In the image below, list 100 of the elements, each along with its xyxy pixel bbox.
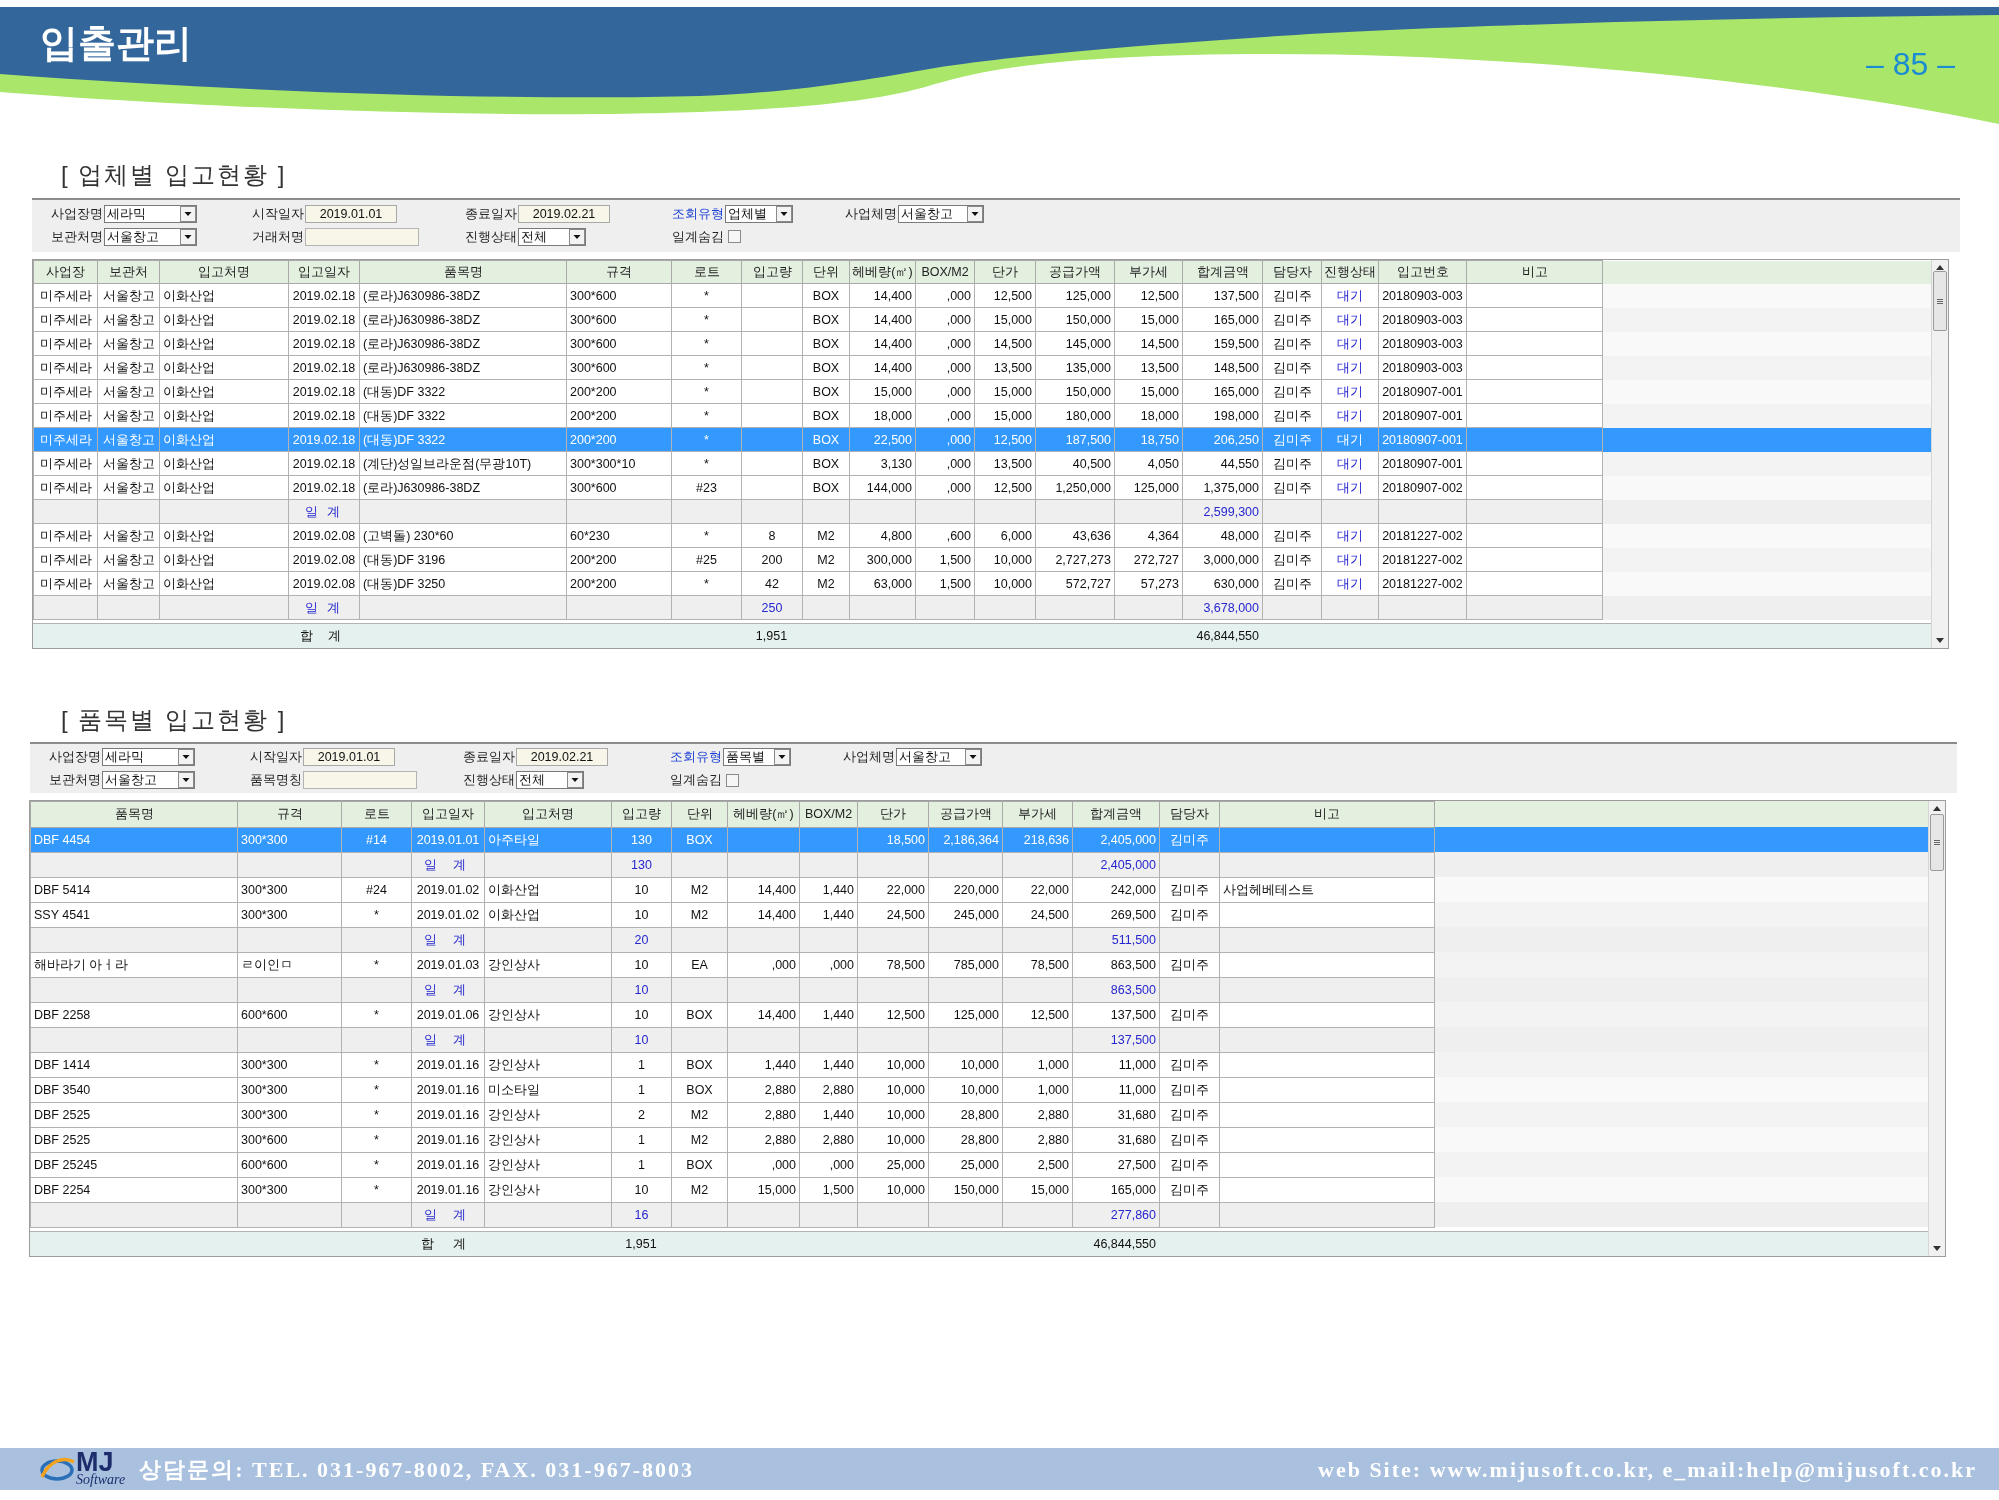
logo-tagline: Software [76, 1473, 126, 1487]
table-cell: 미주세라 [33, 451, 98, 476]
table-cell: 이화산업 [159, 403, 289, 428]
scrollbar[interactable] [1928, 800, 1945, 1256]
table-row[interactable]: 미주세라 서울창고 이화산업 2019.02.18 (로라)J630986-38DZ 300*600 #23 BOX 144,000 ,000 12,500 1,250,000 125,000 1,375,000 김미주 대기 20180907-002 [33, 475, 1931, 500]
scroll-down-arrow-icon[interactable] [1933, 1246, 1941, 1251]
table-row[interactable]: DBF 1414 300*300 * 2019.01.16 강인상사 1 BOX 1,440 1,440 10,000 10,000 1,000 11,000 김미주 [30, 1052, 1928, 1077]
table-cell: 이화산업 [159, 475, 289, 500]
dropdown[interactable]: 세라믹 [102, 748, 195, 766]
dropdown[interactable]: 업체별 [725, 204, 793, 223]
table-row[interactable]: 미주세라 서울창고 이화산업 2019.02.18 (로라)J630986-38DZ 300*600 * BOX 14,400 ,000 12,500 125,000 12,500 137,500 김미주 대기 20180903-003 [33, 283, 1931, 308]
subtotal-row[interactable]: 일 계 20 511,500 [30, 927, 1928, 952]
column-header: 규격 [566, 260, 672, 284]
table-cell: 미주세라 [33, 331, 98, 356]
scrollbar-thumb[interactable] [1933, 271, 1947, 331]
table-cell: 이화산업 [159, 331, 289, 356]
table-row[interactable]: 미주세라 서울창고 이화산업 2019.02.08 (대동)DF 3196 200*200 #25 200 M2 300,000 1,500 10,000 2,727,273 272,727 3,000,000 김미주 대기 20181227-002 [33, 547, 1931, 572]
table-row[interactable]: DBF 5414 300*300 #24 2019.01.02 이화산업 10 M2 14,400 1,440 22,000 220,000 22,000 242,000 김미주 사업헤베테스트 [30, 877, 1928, 902]
table-row[interactable]: DBF 25245 600*600 * 2019.01.16 강인상사 1 BOX ,000 ,000 25,000 25,000 2,500 27,500 김미주 [30, 1152, 1928, 1177]
filter-label: 종료일자 [465, 205, 518, 222]
column-header: 입고처명 [484, 801, 612, 827]
total-cell: 합 계 [411, 1231, 484, 1256]
table-cell: DBF 2525 [30, 1102, 238, 1127]
dropdown[interactable]: 품목별 [723, 748, 791, 766]
dropdown[interactable]: 서울창고 [898, 204, 984, 223]
table-cell: DBF 2258 [30, 1002, 238, 1027]
dropdown[interactable]: 서울창고 [104, 227, 197, 246]
table-cell: 300*600 [566, 331, 672, 356]
table-cell: 이화산업 [159, 451, 289, 476]
total-cell: 1,951 [741, 623, 802, 648]
scroll-up-arrow-icon[interactable] [1936, 265, 1944, 270]
table-row[interactable]: 해바라기 아ㅓ라 ㄹ이인ㅁ * 2019.01.03 강인상사 10 EA ,000 ,000 78,500 785,000 78,500 863,500 김미주 [30, 952, 1928, 977]
checkbox[interactable] [726, 773, 739, 787]
table-row[interactable]: 미주세라 서울창고 이화산업 2019.02.18 (로라)J630986-38DZ 300*600 * BOX 14,400 ,000 15,000 150,000 15,000 165,000 김미주 대기 20180903-003 [33, 307, 1931, 332]
subtotal-row[interactable]: 일 계 16 277,860 [30, 1202, 1928, 1227]
table-row[interactable]: DBF 2254 300*300 * 2019.01.16 강인상사 10 M2 15,000 1,500 10,000 150,000 15,000 165,000 김미주 [30, 1177, 1928, 1202]
table-row[interactable]: DBF 3540 300*300 * 2019.01.16 미소타일 1 BOX 2,880 2,880 10,000 10,000 1,000 11,000 김미주 [30, 1077, 1928, 1102]
table-cell: DBF 2525 [30, 1127, 238, 1152]
scrollbar-thumb[interactable] [1930, 813, 1944, 871]
column-header: 입고량 [741, 260, 803, 284]
table-cell: 269,500 [1072, 902, 1160, 927]
filter-label: 품목명칭 [250, 772, 303, 788]
subtotal-row[interactable]: 일 계 130 2,405,000 [30, 852, 1928, 877]
table-cell: 강인상사 [484, 1002, 612, 1027]
table-row[interactable]: 미주세라 서울창고 이화산업 2019.02.18 (계단)성일브라운점(무광10T) 300*300*10 * BOX 3,130 ,000 13,500 40,500 4,050 44,550 김미주 대기 20180907-001 [33, 451, 1931, 476]
table-cell: (로라)J630986-38DZ [359, 355, 567, 380]
filter-label: 일계숨김 [670, 772, 723, 788]
scroll-down-arrow-icon[interactable] [1936, 637, 1944, 643]
scroll-up-arrow-icon[interactable] [1933, 805, 1941, 811]
column-header: 단가 [974, 260, 1036, 284]
table-row[interactable]: SSY 4541 300*300 * 2019.01.02 이화산업 10 M2 14,400 1,440 24,500 245,000 24,500 269,500 김미주 [30, 902, 1928, 927]
date-field[interactable]: 2019.01.01 [305, 204, 397, 223]
table-cell: 이화산업 [159, 523, 289, 548]
dropdown[interactable]: 전체 [518, 227, 586, 246]
table-cell: 2,405,000 [1072, 827, 1160, 852]
table-cell: 20180907-001 [1378, 451, 1467, 476]
grip-icon [1934, 839, 1940, 845]
dropdown[interactable]: 서울창고 [896, 748, 982, 766]
table-cell: 이화산업 [159, 307, 289, 332]
column-header: 보관처 [97, 260, 160, 284]
table-cell: (대동)DF 3196 [359, 547, 567, 572]
date-field[interactable]: 2019.02.21 [516, 748, 608, 766]
text-field[interactable] [305, 227, 419, 246]
filter-link[interactable]: 조회유형 [672, 205, 725, 222]
dropdown[interactable]: 세라믹 [104, 204, 197, 223]
table-row[interactable]: 미주세라 서울창고 이화산업 2019.02.18 (로라)J630986-38DZ 300*600 * BOX 14,400 ,000 13,500 135,000 13,500 148,500 김미주 대기 20180903-003 [33, 355, 1931, 380]
table-row[interactable]: DBF 2258 600*600 * 2019.01.06 강인상사 10 BOX 14,400 1,440 12,500 125,000 12,500 137,500 김미주 [30, 1002, 1928, 1027]
table-cell: 미소타일 [484, 1077, 612, 1102]
table-row[interactable]: 미주세라 서울창고 이화산업 2019.02.18 (대동)DF 3322 200*200 * BOX 15,000 ,000 15,000 150,000 15,000 165,000 김미주 대기 20180907-001 [33, 379, 1931, 404]
subtotal-row[interactable]: 일 계 10 863,500 [30, 977, 1928, 1002]
table-row[interactable]: 미주세라 서울창고 이화산업 2019.02.18 (로라)J630986-38DZ 300*600 * BOX 14,400 ,000 14,500 145,000 14,500 159,500 김미주 대기 20180903-003 [33, 331, 1931, 356]
table-row[interactable]: 미주세라 서울창고 이화산업 2019.02.08 (대동)DF 3250 200*200 * 42 M2 63,000 1,500 10,000 572,727 57,273 630,000 김미주 대기 20181227-002 [33, 571, 1931, 596]
filter-link[interactable]: 조회유형 [670, 749, 723, 765]
table-row[interactable]: 미주세라 서울창고 이화산업 2019.02.08 (고벽돌) 230*60 60*230 * 8 M2 4,800 ,600 6,000 43,636 4,364 48,000 김미주 대기 20181227-002 [33, 523, 1931, 548]
column-header: 부가세 [1114, 260, 1183, 284]
table-cell: 20181227-002 [1378, 571, 1467, 596]
scrollbar[interactable] [1931, 260, 1948, 648]
table-cell: 165,000 [1072, 1177, 1160, 1202]
date-field[interactable]: 2019.01.01 [303, 748, 395, 766]
table-cell: 300*600 [566, 475, 672, 500]
dropdown[interactable]: 전체 [516, 771, 584, 789]
dropdown[interactable]: 서울창고 [102, 771, 195, 789]
table-row[interactable]: DBF 2525 300*600 * 2019.01.16 강인상사 1 M2 2,880 2,880 10,000 28,800 2,880 31,680 김미주 [30, 1127, 1928, 1152]
table-cell: 20180903-003 [1378, 283, 1467, 308]
table-row[interactable]: 미주세라 서울창고 이화산업 2019.02.18 (대동)DF 3322 200*200 * BOX 18,000 ,000 15,000 180,000 18,000 198,000 김미주 대기 20180907-001 [33, 403, 1931, 428]
table-cell: 200*200 [566, 379, 672, 404]
table-cell: 이화산업 [159, 427, 289, 452]
subtotal-row[interactable]: 일 계 2,599,300 [33, 499, 1931, 524]
subtotal-row[interactable]: 일 계 250 3,678,000 [33, 595, 1931, 620]
column-header: 부가세 [1002, 801, 1073, 827]
column-header: 입고일자 [411, 801, 485, 827]
subtotal-row[interactable]: 일 계 10 137,500 [30, 1027, 1928, 1052]
text-field[interactable] [303, 771, 417, 789]
table-cell: 미주세라 [33, 307, 98, 332]
date-field[interactable]: 2019.02.21 [518, 204, 610, 223]
table-row[interactable]: DBF 2525 300*300 * 2019.01.16 강인상사 2 M2 2,880 1,440 10,000 28,800 2,880 31,680 김미주 [30, 1102, 1928, 1127]
table-cell: 300*300 [237, 902, 342, 927]
column-header: 헤베량(㎡) [727, 801, 800, 827]
table-cell: 이화산업 [484, 877, 612, 902]
checkbox[interactable] [728, 230, 741, 243]
